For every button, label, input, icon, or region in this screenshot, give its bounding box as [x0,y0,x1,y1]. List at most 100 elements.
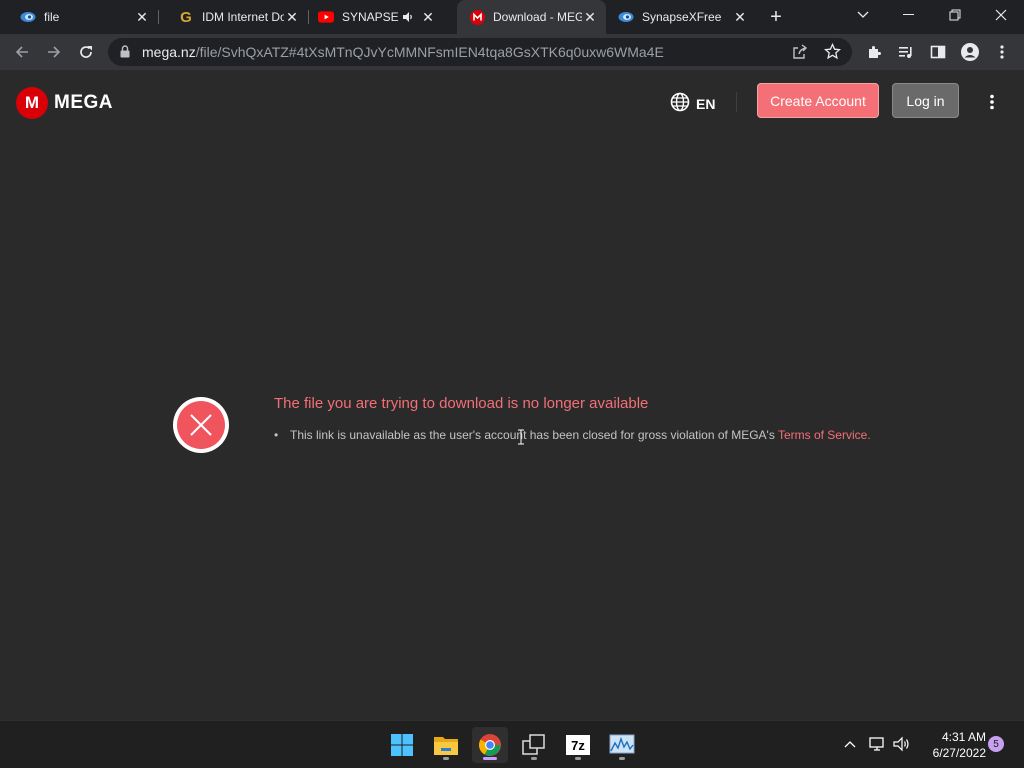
browser-tab-strip: file ✕ G IDM Internet Dow ✕ SYNAPSE X ✕ … [0,0,1024,34]
clock-time: 4:31 AM [941,730,986,744]
tab-close-icon[interactable]: ✕ [284,9,300,25]
start-button[interactable] [384,727,420,763]
address-bar[interactable]: mega.nz/file/SvhQxATZ#4tXsMTnQJvYcMMNFsm… [108,38,852,66]
notification-badge[interactable]: 5 [988,736,1004,752]
running-indicator [483,757,497,760]
url-path: /file/SvhQxATZ#4tXsMTnQJvYcMMNFsmIEN4tqa… [195,44,664,60]
side-panel-button[interactable] [924,38,952,66]
mega-icon [469,9,485,25]
tab-synapsexfree[interactable]: SynapseXFree ✕ [606,0,756,34]
tab-search-button[interactable] [840,0,886,30]
running-indicator [575,757,581,760]
arrow-left-icon [15,46,28,58]
mega-logo-icon: M [16,87,48,119]
lock-icon[interactable] [120,45,130,63]
reload-icon [80,46,92,58]
network-button[interactable] [866,733,888,755]
media-control-button[interactable] [892,38,920,66]
task-view-button[interactable] [516,727,552,763]
tab-youtube-synapse[interactable]: SYNAPSE X ✕ [308,0,456,34]
mega-page: M MEGA EN Create Account Log in The file… [0,70,1024,720]
reload-button[interactable] [72,38,100,66]
running-indicator [531,757,537,760]
mega-logo[interactable]: M MEGA [16,87,113,119]
arrow-right-icon [48,46,61,58]
resource-monitor-icon [609,734,635,754]
running-indicator [443,757,449,760]
windows-start-icon [391,734,413,756]
7zip-label: 7z [571,737,585,753]
bullet: • [274,428,279,442]
tab-close-icon[interactable]: ✕ [582,9,598,25]
7zip-taskbar-button[interactable]: 7z [560,727,596,763]
tab-title: file [44,10,60,24]
share-icon[interactable] [792,44,808,65]
volume-button[interactable] [891,733,913,755]
tab-title: SynapseXFree [642,10,722,24]
close-icon [995,9,1007,21]
language-label: EN [696,95,716,112]
error-title: The file you are trying to download is n… [274,395,649,412]
create-account-button[interactable]: Create Account [757,83,879,118]
restore-icon [949,9,961,21]
back-button[interactable] [8,38,36,66]
clock-date: 6/27/2022 [932,746,986,760]
running-indicator [619,757,625,760]
tab-title: SYNAPSE X [342,10,402,24]
idm-g-icon: G [180,8,192,26]
side-panel-icon [930,45,946,59]
error-message: • This link is unavailable as the user's… [274,428,871,442]
media-queue-icon [899,47,912,58]
tab-title: Download - MEGA [493,10,582,24]
tab-close-icon[interactable]: ✕ [134,9,150,25]
tab-mega-download[interactable]: Download - MEGA ✕ [457,0,606,34]
tab-close-icon[interactable]: ✕ [732,9,748,25]
url-host: mega.nz [142,44,196,60]
chrome-icon [479,734,501,756]
chrome-taskbar-button[interactable] [472,727,508,763]
new-tab-button[interactable]: + [765,6,787,28]
chevron-down-icon [857,11,869,18]
restore-button[interactable] [932,0,978,30]
url-text[interactable]: mega.nz/file/SvhQxATZ#4tXsMTnQJvYcMMNFsm… [142,44,664,60]
minimize-icon [903,14,914,15]
vertical-dots-icon [1000,45,1004,59]
windows-taskbar: 7z 4:31 AM 6/27/2022 5 [0,720,1024,768]
resource-monitor-button[interactable] [604,727,640,763]
browser-toolbar: mega.nz/file/SvhQxATZ#4tXsMTnQJvYcMMNFsm… [0,34,1024,70]
error-text: This link is unavailable as the user's a… [290,428,775,442]
chevron-up-icon [844,741,856,748]
file-explorer-button[interactable] [428,727,464,763]
synapse-eye-icon [618,9,634,25]
language-selector[interactable]: EN [670,92,715,115]
page-menu-button[interactable] [982,90,1002,114]
login-button[interactable]: Log in [892,83,959,118]
speaker-icon[interactable] [402,11,420,23]
tab-file[interactable]: file ✕ [0,0,158,34]
puzzle-icon [869,46,881,58]
profile-avatar-icon [961,43,979,61]
profile-button[interactable] [956,38,984,66]
synapse-eye-icon [20,9,36,25]
chrome-menu-button[interactable] [988,38,1016,66]
network-icon [869,737,884,751]
bookmark-star-icon[interactable] [823,42,842,65]
vertical-dots-icon [990,94,994,110]
globe-icon [670,92,690,115]
terms-of-service-link[interactable]: Terms of Service [778,428,867,442]
header-divider [736,92,737,112]
close-x-icon [190,414,212,436]
minimize-button[interactable] [886,0,932,30]
clock[interactable]: 4:31 AM 6/27/2022 [918,729,986,761]
close-window-button[interactable] [978,0,1024,30]
logo-text: MEGA [54,92,113,113]
file-explorer-icon [434,737,458,755]
task-view-icon [522,734,545,755]
tab-title: IDM Internet Dow [202,10,284,24]
show-hidden-icons-button[interactable] [839,733,861,755]
tab-idm[interactable]: G IDM Internet Dow ✕ [158,0,308,34]
tab-close-icon[interactable]: ✕ [420,9,436,25]
forward-button[interactable] [40,38,68,66]
extensions-button[interactable] [860,38,888,66]
tos-suffix: . [867,428,871,442]
